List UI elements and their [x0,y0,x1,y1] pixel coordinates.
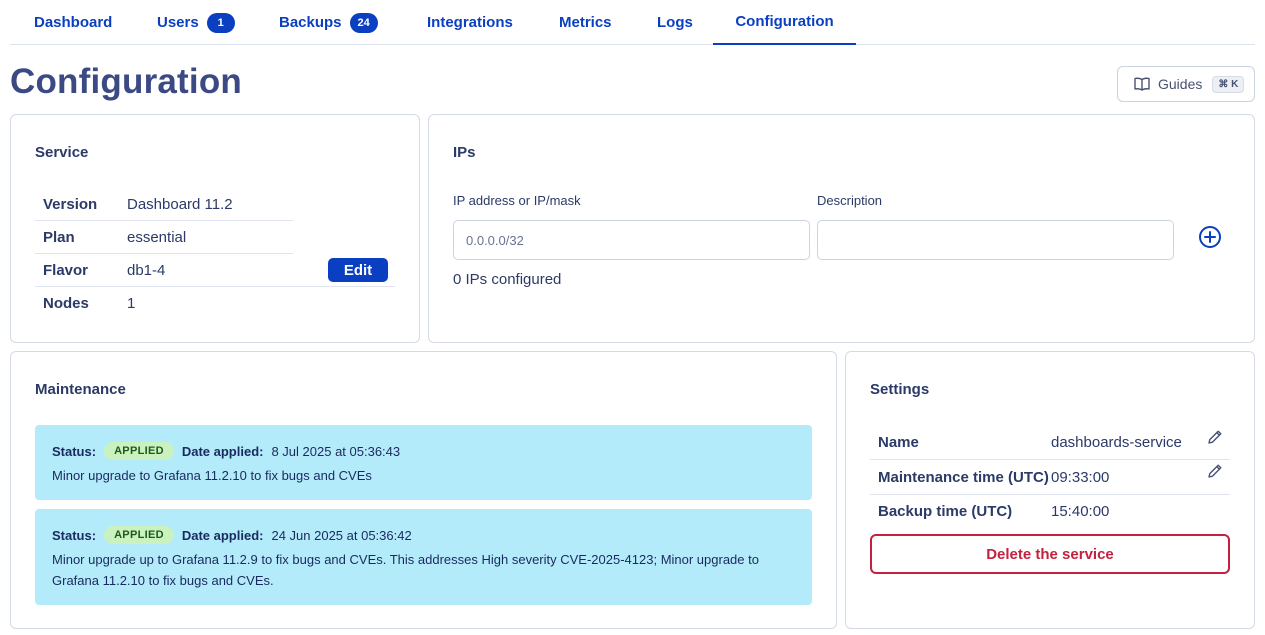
row-value: dashboards-service [1051,433,1182,451]
service-card: Service Version Dashboard 11.2 Plan esse… [10,114,420,343]
service-row-version: Version Dashboard 11.2 [35,188,233,221]
maintenance-description: Minor upgrade to Grafana 11.2.10 to fix … [52,468,372,483]
maintenance-item: Status: APPLIED Date applied: 8 Jul 2025… [35,425,812,500]
tab-label: Backups [279,14,342,31]
delete-service-button[interactable]: Delete the service [870,534,1230,574]
settings-row-backup-time: Backup time (UTC) 15:40:00 [870,494,1230,528]
row-key: Flavor [43,262,89,279]
tab-integrations[interactable]: Integrations [427,0,513,45]
tab-dashboard[interactable]: Dashboard [34,0,112,45]
guides-label: Guides [1158,76,1203,92]
date-applied-value: 24 Jun 2025 at 05:36:42 [271,527,412,543]
pencil-icon[interactable] [1206,462,1224,480]
settings-row-name: Name dashboards-service [870,425,1230,459]
edit-flavor-button[interactable]: Edit [328,258,388,282]
row-value: Dashboard 11.2 [127,196,233,213]
row-value: 1 [127,295,136,312]
tab-logs[interactable]: Logs [657,0,693,45]
description-label: Description [817,193,883,208]
tab-label: Metrics [559,14,612,31]
service-row-plan: Plan essential [35,221,186,254]
service-row-flavor: Flavor db1-4 [35,254,165,287]
maintenance-card: Maintenance Status: APPLIED Date applied… [10,351,837,629]
maintenance-item-header: Status: APPLIED Date applied: 24 Jun 202… [52,525,795,545]
date-applied-label: Date applied: [181,443,264,459]
ip-address-label: IP address or IP/mask [453,193,581,208]
row-key: Plan [43,229,75,246]
row-value: 15:40:00 [1051,502,1110,520]
status-label: Status: [52,527,97,543]
ips-title: IPs [453,144,476,161]
tab-label: Integrations [427,14,513,31]
tab-backups[interactable]: Backups 24 [279,0,378,45]
guides-button[interactable]: Guides ⌘ K [1117,66,1255,102]
row-value: 09:33:00 [1051,468,1110,486]
tab-users[interactable]: Users 1 [157,0,235,45]
settings-card: Settings Name dashboards-service Mainten… [845,351,1255,629]
maintenance-item-header: Status: APPLIED Date applied: 8 Jul 2025… [52,441,795,461]
maintenance-item: Status: APPLIED Date applied: 24 Jun 202… [35,509,812,605]
backups-count-badge: 24 [349,12,378,33]
tab-configuration[interactable]: Configuration [713,0,856,45]
row-key: Nodes [43,295,89,312]
service-row-nodes: Nodes 1 [35,287,135,320]
pencil-icon[interactable] [1206,428,1224,446]
row-key: Version [43,196,98,213]
ip-address-input[interactable] [453,220,810,260]
maintenance-description: Minor upgrade up to Grafana 11.2.9 to fi… [52,552,759,588]
maintenance-title: Maintenance [35,381,126,398]
tab-label: Dashboard [34,14,113,31]
tab-label: Logs [657,14,693,31]
row-value: essential [127,229,187,246]
tab-bar: Dashboard Users 1 Backups 24 Integrations … [10,0,1255,45]
plus-circle-icon[interactable] [1198,225,1222,249]
tab-metrics[interactable]: Metrics [559,0,612,45]
service-title: Service [35,144,89,161]
users-count-badge: 1 [206,12,235,33]
row-key: Backup time (UTC) [878,502,1013,520]
status-label: Status: [52,443,97,459]
row-value: db1-4 [127,262,166,279]
tab-label: Users [157,14,199,31]
settings-title: Settings [870,381,930,398]
status-badge: APPLIED [104,442,174,460]
book-open-icon [1134,77,1150,91]
settings-row-maintenance-time: Maintenance time (UTC) 09:33:00 [870,460,1230,494]
ip-count-text: 0 IPs configured [453,271,562,288]
date-applied-value: 8 Jul 2025 at 05:36:43 [271,443,401,459]
tab-label: Configuration [735,13,834,30]
status-badge: APPLIED [104,526,174,544]
date-applied-label: Date applied: [181,527,264,543]
keyboard-shortcut: ⌘ K [1212,75,1245,93]
description-input[interactable] [817,220,1174,260]
row-key: Maintenance time (UTC) [878,468,1049,486]
row-key: Name [878,433,919,451]
ips-card: IPs IP address or IP/mask Description 0 … [428,114,1255,343]
page-title: Configuration [10,62,242,101]
